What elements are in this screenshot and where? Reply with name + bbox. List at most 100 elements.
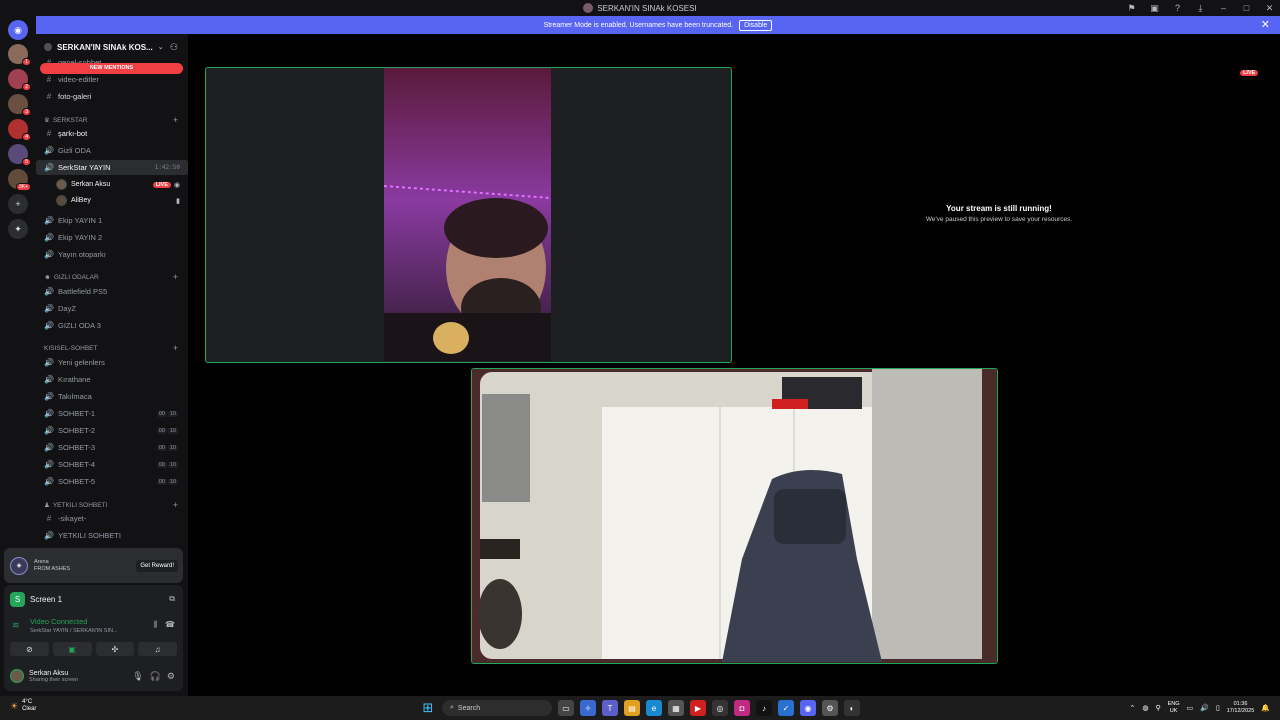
channel-ekip-1[interactable]: 🔊 Ekip YAYIN 1 <box>36 213 188 228</box>
channel-battlefield[interactable]: 🔊 Battlefield PS5 <box>36 284 188 299</box>
server-header[interactable]: SERKAN'IN SINAk KOS... ⌄ ⚇ <box>36 39 188 55</box>
channel-gizli-oda-3[interactable]: 🔊 GIZLI ODA 3 <box>36 318 188 333</box>
voice-user-serkan[interactable]: Serkan Aksu LIVE ◉ <box>56 177 186 192</box>
category-serkstar[interactable]: ♛ SERKSTAR + <box>36 114 188 126</box>
network-icon[interactable]: ▭ <box>1187 704 1194 712</box>
copilot-icon[interactable]: ✧ <box>580 700 596 716</box>
chrome-icon[interactable]: ◎ <box>712 700 728 716</box>
channel-takilmaca[interactable]: 🔊 Takılmaca <box>36 389 188 404</box>
channel-yayin-otoparki[interactable]: 🔊 Yayın otoparkı <box>36 247 188 262</box>
start-icon[interactable]: ⊞ <box>420 700 436 716</box>
server-icon[interactable]: 1 <box>8 44 31 66</box>
discord-home-icon[interactable]: ◉ <box>8 20 28 40</box>
channel-yeni-gelenler[interactable]: 🔊 Yeni gelenlers <box>36 355 188 370</box>
banner-text: Streamer Mode is enabled. Usernames have… <box>543 21 734 29</box>
language-indicator[interactable]: ENG UK <box>1168 701 1180 715</box>
invite-icon[interactable]: ⚇ <box>170 42 178 53</box>
edge-icon[interactable]: e <box>646 700 662 716</box>
category-gizli-odalar[interactable]: ☻ GIZLI ODALAR + <box>36 271 188 283</box>
user-limit: 10 <box>167 427 178 434</box>
category-yetkili-sohbeti[interactable]: ♟ YETKILI SOHBETI + <box>36 499 188 511</box>
channel-sohbet-5[interactable]: 🔊 SOHBET-5 00 10 <box>36 474 188 489</box>
maximize-button[interactable]: □ <box>1240 2 1253 15</box>
server-icon[interactable]: 3 <box>8 94 31 116</box>
get-reward-button[interactable]: Get Reward! <box>136 559 178 572</box>
channel-yetkili-sohbeti[interactable]: 🔊 YETKILI SOHBETI <box>36 528 188 543</box>
store-icon[interactable]: ▦ <box>668 700 684 716</box>
minimize-button[interactable]: – <box>1217 2 1230 15</box>
channel-foto-galeri[interactable]: # foto-galeri <box>36 89 188 104</box>
explore-icon[interactable]: ✦ <box>8 219 28 239</box>
add-channel-icon[interactable]: + <box>173 343 178 353</box>
channel-sarki-bot[interactable]: # şarkı-bot <box>36 126 188 141</box>
channel-dayz[interactable]: 🔊 DayZ <box>36 301 188 316</box>
taskbar-search[interactable]: ⌕ Search <box>442 700 552 716</box>
channel-ekip-2[interactable]: 🔊 Ekip YAYIN 2 <box>36 230 188 245</box>
channel-video-editler[interactable]: # video-editler <box>36 72 188 87</box>
clock[interactable]: 01:36 17/12/2025 <box>1227 701 1255 715</box>
category-kisisel-sohbet[interactable]: KISISEL-SOHBET + <box>36 342 188 354</box>
instagram-icon[interactable]: ◘ <box>734 700 750 716</box>
voice-user-alibey[interactable]: AliBey ▮ <box>56 193 186 208</box>
weather-widget[interactable]: ☀ 4°C Clear <box>10 699 36 713</box>
voice-channel-path[interactable]: SerkStar YAYIN / SERKAN'IN SIN... <box>30 628 118 634</box>
popout-icon[interactable]: ⧉ <box>169 594 175 604</box>
inbox-icon[interactable]: ⚑ <box>1125 2 1138 15</box>
battery-icon[interactable]: ▯ <box>1216 704 1220 712</box>
my-username[interactable]: Serkan Aksu <box>29 670 78 677</box>
download-icon[interactable]: ⤓ <box>1194 2 1207 15</box>
file-explorer-icon[interactable]: ▤ <box>624 700 640 716</box>
paused-stream-notice[interactable]: Your stream is still running! We've paus… <box>888 204 1110 223</box>
tiktok-icon[interactable]: ♪ <box>756 700 772 716</box>
add-channel-icon[interactable]: + <box>173 500 178 510</box>
youtube-icon[interactable]: ▶ <box>690 700 706 716</box>
teams-icon[interactable]: T <box>602 700 618 716</box>
channel-sohbet-4[interactable]: 🔊 SOHBET-4 00 10 <box>36 457 188 472</box>
tray-overflow-icon[interactable]: ⌃ <box>1130 704 1136 712</box>
task-view-icon[interactable]: ▭ <box>558 700 574 716</box>
server-icon[interactable]: 5 <box>8 144 31 166</box>
mouse-app-icon[interactable]: ◐ <box>844 700 860 716</box>
channel-sohbet-3[interactable]: 🔊 SOHBET-3 00 10 <box>36 440 188 455</box>
server-icon[interactable]: 4 <box>8 119 31 141</box>
promo-card: ◈ Arena FROM ASHES Get Reward! <box>4 548 183 583</box>
screen-icon[interactable]: ▣ <box>1148 2 1161 15</box>
channel-kirathane[interactable]: 🔊 Kırathane <box>36 372 188 387</box>
add-server-icon[interactable]: + <box>8 194 28 214</box>
close-button[interactable]: ✕ <box>1263 2 1276 15</box>
server-icon[interactable]: 3K+ <box>8 169 31 191</box>
screen-share-button[interactable]: ▣ <box>52 642 92 656</box>
server-icon[interactable]: 2 <box>8 69 31 91</box>
channel-sohbet-1[interactable]: 🔊 SOHBET-1 00 10 <box>36 406 188 421</box>
video-tile-room[interactable] <box>471 368 998 664</box>
help-icon[interactable]: ? <box>1171 2 1184 15</box>
channel-gizli-oda[interactable]: 🔊 Gizli ODA <box>36 143 188 158</box>
camera-off-button[interactable]: ⊘ <box>10 642 49 656</box>
my-status: Sharing their screen <box>29 676 79 683</box>
headphones-icon[interactable]: 🎧 <box>150 671 161 682</box>
video-tile-camera[interactable] <box>205 67 732 363</box>
notifications-icon[interactable]: 🔔 <box>1261 704 1270 712</box>
add-channel-icon[interactable]: + <box>173 272 178 282</box>
add-channel-icon[interactable]: + <box>173 115 178 125</box>
activities-button[interactable]: ✣ <box>95 642 135 656</box>
disable-button[interactable]: Disable <box>739 19 773 31</box>
settings-icon[interactable]: ⚙ <box>822 700 838 716</box>
noise-suppression-icon[interactable]: ⫼ <box>153 620 157 630</box>
close-icon[interactable]: ✕ <box>1261 18 1270 31</box>
screen-share-row[interactable]: S Screen 1 ⧉ <box>10 591 177 607</box>
channel-sohbet-2[interactable]: 🔊 SOHBET-2 00 10 <box>36 423 188 438</box>
discord-icon[interactable]: ◉ <box>800 700 816 716</box>
volume-icon[interactable]: 🔊 <box>1200 704 1209 712</box>
avatar[interactable] <box>10 669 24 683</box>
channel-serkstar-yayin[interactable]: 🔊 SerkStar YAYIN 1:42:50 <box>36 160 188 175</box>
channel-sikayet[interactable]: # -sikayet- <box>36 511 188 526</box>
tray-app-icon[interactable]: ◍ <box>1142 704 1148 712</box>
voice-status-text[interactable]: Video Connected <box>30 617 87 626</box>
disconnect-icon[interactable]: ☎ <box>165 620 175 630</box>
todo-icon[interactable]: ✓ <box>778 700 794 716</box>
microphone-icon[interactable]: 🎙 <box>132 671 143 682</box>
mic-tray-icon[interactable]: ⚲ <box>1155 704 1160 712</box>
soundboard-button[interactable]: ♫ <box>138 642 177 656</box>
settings-gear-icon[interactable]: ⚙ <box>167 671 175 682</box>
